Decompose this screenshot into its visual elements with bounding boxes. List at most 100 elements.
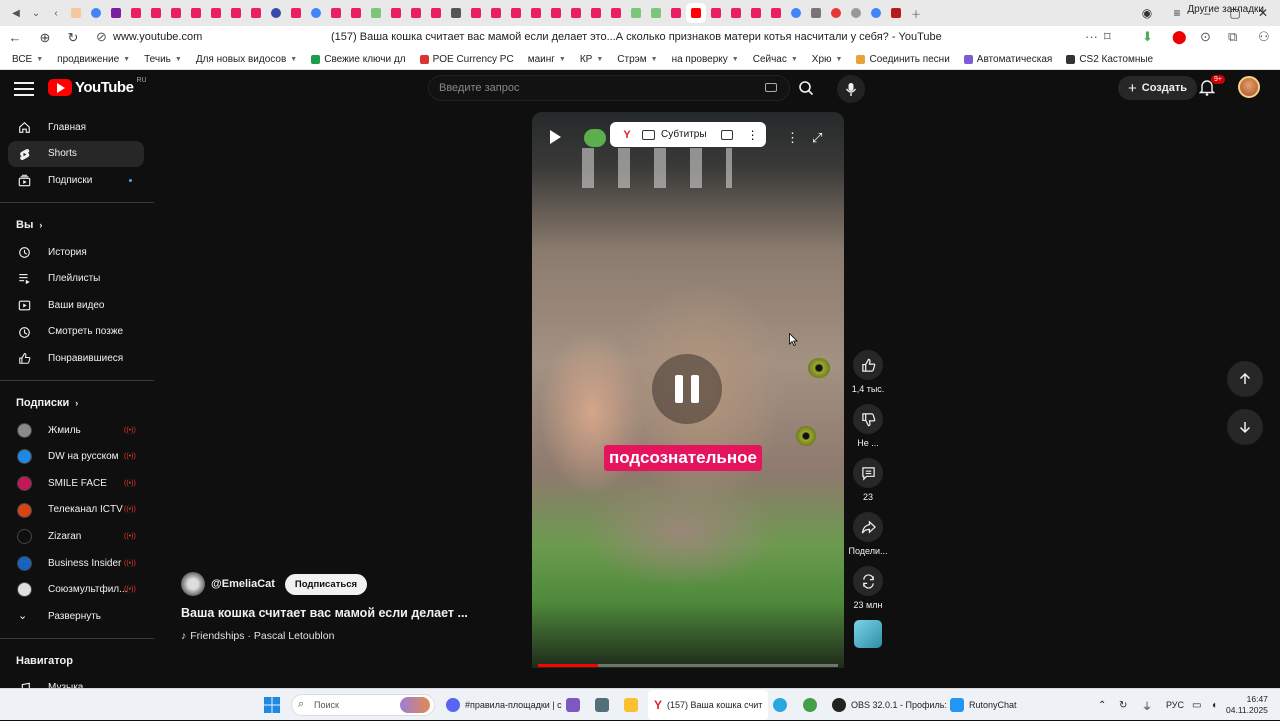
browser-tab[interactable]	[826, 3, 846, 23]
bookmark-item[interactable]: Хрю ▼	[812, 54, 843, 65]
browser-tab[interactable]	[786, 3, 806, 23]
bookmark-item[interactable]: ВСЕ ▼	[12, 54, 43, 65]
sidebar-channel[interactable]: DW на русском ((•))	[0, 443, 154, 470]
menu-icon[interactable]	[14, 78, 34, 98]
fullscreen-icon[interactable]: ⤢	[812, 130, 822, 146]
short-video-player[interactable]: Y Субтитры ⋮ ⋮ ⤢ подсознательное	[532, 112, 844, 668]
remix-button[interactable]: 23 млн	[845, 566, 891, 610]
bookmark-item[interactable]: Свежие ключи дл	[311, 54, 406, 65]
sidebar-item-music[interactable]: Музыка	[0, 675, 154, 688]
browser-tab[interactable]	[66, 3, 86, 23]
account-avatar[interactable]	[1238, 76, 1260, 98]
create-button[interactable]: + Создать	[1118, 76, 1198, 100]
sidebar-item-home[interactable]: Главная	[0, 114, 154, 141]
yandex-icon[interactable]: Y	[618, 129, 636, 141]
sidebar-item-playlists[interactable]: Плейлисты	[0, 265, 154, 292]
taskbar-obs[interactable]: OBS 32.0.1 - Профиль: B	[832, 689, 955, 721]
browser-tab[interactable]	[166, 3, 186, 23]
taskbar-search[interactable]: ⌕ Поиск	[291, 694, 435, 716]
sidebar-channel[interactable]: Телеканал ICTV ((•))	[0, 497, 154, 524]
play-icon[interactable]	[550, 130, 561, 144]
start-button[interactable]	[264, 689, 280, 721]
browser-tab[interactable]	[606, 3, 626, 23]
browser-tab[interactable]	[206, 3, 226, 23]
tray-pin-icon[interactable]: ⏚	[1142, 689, 1152, 721]
sidebar-item-history[interactable]: История	[0, 239, 154, 266]
taskbar-app[interactable]	[773, 689, 787, 721]
browser-tab[interactable]	[446, 3, 466, 23]
browser-tab[interactable]	[106, 3, 126, 23]
browser-tab[interactable]	[246, 3, 266, 23]
opera-icon[interactable]: ⬤	[1172, 29, 1187, 45]
browser-tab[interactable]	[306, 3, 326, 23]
language-indicator[interactable]: РУС	[1166, 689, 1184, 721]
browser-tab[interactable]	[226, 3, 246, 23]
browser-tab[interactable]	[806, 3, 826, 23]
sidebar-channel[interactable]: Союзмультфил... ((•))	[0, 576, 154, 603]
bookmark-item[interactable]: на проверку ▼	[672, 54, 739, 65]
browser-tab[interactable]	[866, 3, 886, 23]
taskbar-app[interactable]	[803, 689, 817, 721]
taskbar-browser[interactable]: Y (157) Ваша кошка счит	[648, 690, 769, 720]
sidebar-channel[interactable]: Business Insider ((•))	[0, 550, 154, 577]
bookmark-item[interactable]: Соединить песни	[856, 54, 950, 65]
sidebar-item-subscriptions[interactable]: Подписки	[0, 167, 154, 194]
share-button[interactable]: Подели...	[845, 512, 891, 556]
pip-icon[interactable]	[720, 129, 733, 140]
subscribe-button[interactable]: Подписаться	[284, 573, 368, 595]
bookmark-item[interactable]: маинг ▼	[528, 54, 566, 65]
browser-tab[interactable]	[486, 3, 506, 23]
channel-avatar[interactable]	[181, 572, 205, 596]
music-link[interactable]: ♪ Friendships · Pascal Letoublon	[181, 630, 521, 642]
site-info-icon[interactable]: ⊘	[96, 29, 107, 45]
sidebar-item-shorts[interactable]: Shorts	[8, 140, 144, 168]
notifications-button[interactable]: 9+	[1198, 75, 1225, 100]
browser-tab[interactable]	[326, 3, 346, 23]
sidebar-channel[interactable]: SMILE FACE ((•))	[0, 470, 154, 497]
browser-tab[interactable]	[186, 3, 206, 23]
taskbar-rutonychat[interactable]: RutonyChat	[950, 689, 1017, 721]
taskbar-app[interactable]	[566, 689, 580, 721]
reload-icon[interactable]: ↻	[60, 30, 86, 46]
bookmark-item[interactable]: КР ▼	[580, 54, 603, 65]
pause-button[interactable]	[652, 354, 722, 424]
url-field[interactable]: www.youtube.com	[113, 31, 202, 43]
browser-tab[interactable]	[886, 3, 906, 23]
browser-tab[interactable]	[466, 3, 486, 23]
youtube-logo[interactable]: YouTube RU	[48, 77, 147, 96]
bookmark-item[interactable]: продвижение ▼	[57, 54, 130, 65]
search-button[interactable]	[791, 75, 821, 101]
browser-tab[interactable]	[426, 3, 446, 23]
previous-short-button[interactable]	[1227, 361, 1263, 397]
sidebar-channel[interactable]: Жмиль ((•))	[0, 417, 154, 444]
taskbar-discord[interactable]: #правила-площадки | c	[446, 689, 562, 721]
browser-tab[interactable]	[126, 3, 146, 23]
volume-icon[interactable]	[584, 129, 606, 147]
sidebar-item-your-videos[interactable]: Ваши видео	[0, 292, 154, 319]
browser-tab[interactable]	[346, 3, 366, 23]
back-icon[interactable]: ←	[2, 30, 28, 45]
taskbar-app[interactable]	[595, 689, 609, 721]
sound-thumbnail[interactable]	[854, 620, 882, 648]
browser-tab[interactable]	[546, 3, 566, 23]
browser-tab[interactable]	[746, 3, 766, 23]
comments-button[interactable]: 23	[845, 458, 891, 502]
profile-icon[interactable]: ⚇	[1258, 29, 1270, 45]
next-short-button[interactable]	[1227, 409, 1263, 445]
sidebar-item-watch-later[interactable]: Смотреть позже	[0, 319, 154, 346]
more-icon[interactable]: ···	[1085, 29, 1098, 44]
tab-list-icon[interactable]: ⌄	[26, 3, 46, 23]
sidebar-channel[interactable]: Zizaran ((•))	[0, 523, 154, 550]
browser-tab[interactable]	[666, 3, 686, 23]
bookmark-item[interactable]: Автоматическая	[963, 54, 1052, 65]
browser-tab-active[interactable]	[686, 3, 706, 23]
browser-tab[interactable]	[286, 3, 306, 23]
sidebar-expand[interactable]: ⌄ Развернуть	[0, 603, 154, 630]
tab-back-scroll-icon[interactable]: ‹	[46, 3, 66, 23]
voice-search-button[interactable]	[837, 75, 865, 103]
browser-tab[interactable]	[566, 3, 586, 23]
browser-tab[interactable]	[266, 3, 286, 23]
volume-tray-icon[interactable]: ◖	[1211, 689, 1217, 721]
like-button[interactable]: 1,4 тыс.	[845, 350, 891, 394]
browser-tab[interactable]	[506, 3, 526, 23]
